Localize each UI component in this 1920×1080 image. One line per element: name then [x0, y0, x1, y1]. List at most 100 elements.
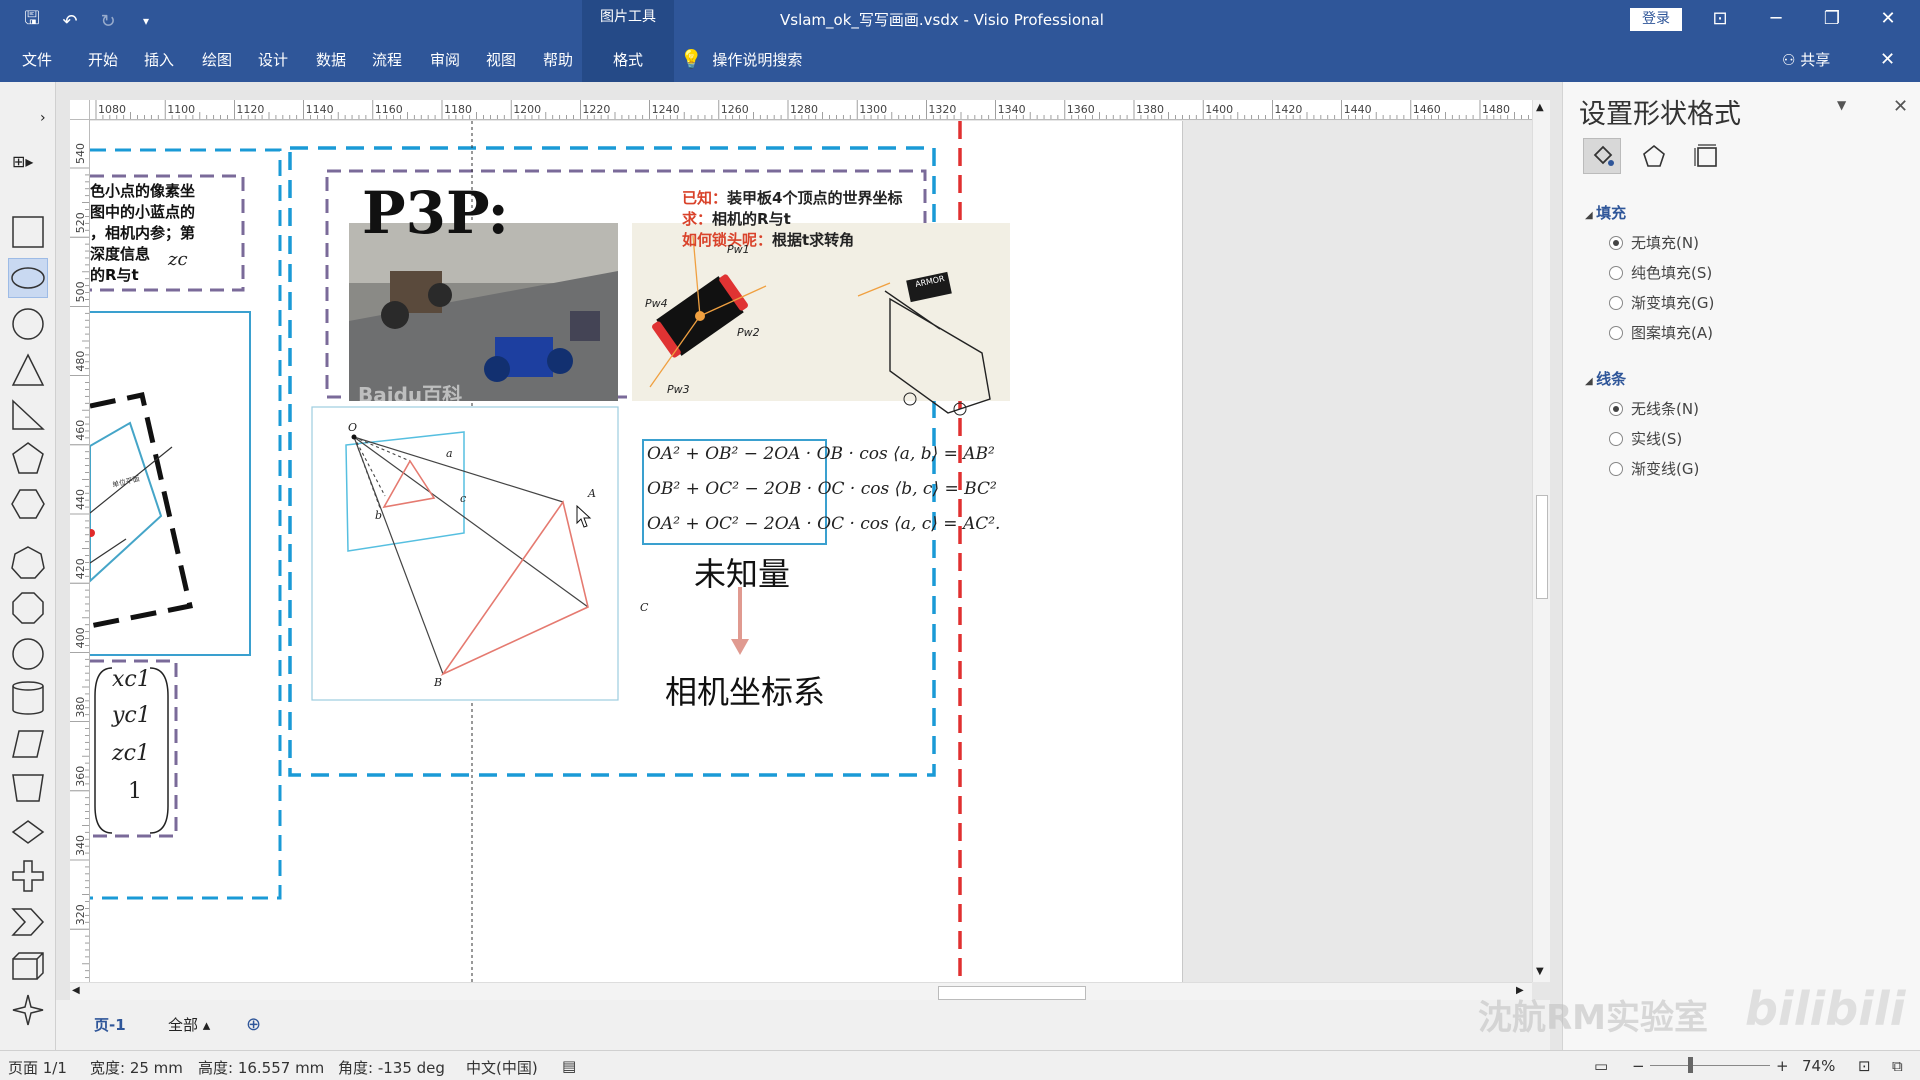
tab-draw[interactable]: 绘图: [194, 38, 240, 82]
scroll-up-icon[interactable]: ▲: [1536, 102, 1544, 113]
diagram-label-c: c: [460, 492, 467, 505]
hexagon-shape-icon[interactable]: [8, 484, 48, 524]
tab-format[interactable]: 格式: [582, 38, 674, 82]
tab-file[interactable]: 文件: [16, 38, 58, 82]
fill-line-icon[interactable]: [1583, 138, 1621, 174]
rectangle-shape-icon[interactable]: [8, 212, 48, 252]
tab-help[interactable]: 帮助: [535, 38, 581, 82]
no-line-option[interactable]: 无线条(N): [1609, 398, 1699, 419]
vertical-scrollbar[interactable]: ▲ ▼: [1532, 100, 1550, 982]
solid-fill-option[interactable]: 纯色填充(S): [1609, 262, 1712, 283]
tab-home[interactable]: 开始: [80, 38, 126, 82]
tab-process[interactable]: 流程: [364, 38, 410, 82]
decagon-shape-icon[interactable]: [8, 634, 48, 674]
octagon-shape-icon[interactable]: [8, 588, 48, 628]
macro-record-icon[interactable]: ▤: [562, 1057, 576, 1075]
circle-shape-icon[interactable]: [8, 304, 48, 344]
star-shape-icon[interactable]: [8, 990, 48, 1030]
tab-view[interactable]: 视图: [478, 38, 524, 82]
diagram-label-O: O: [348, 421, 358, 434]
triangle-shape-icon[interactable]: [8, 350, 48, 390]
option-label: 渐变线(G): [1631, 460, 1700, 478]
horizontal-ruler-ticks: 1080 1100 1120 1140 1160 1180 1200 1220 1240 1260…: [95, 100, 1529, 119]
pane-options-icon[interactable]: ▼: [1837, 98, 1846, 112]
matrix-entry: zc1: [112, 741, 150, 766]
ruler-label: 380: [74, 697, 87, 718]
minimize-button[interactable]: ─: [1756, 4, 1796, 34]
solid-line-option[interactable]: 实线(S): [1609, 428, 1682, 449]
tab-review[interactable]: 审阅: [422, 38, 468, 82]
scroll-left-icon[interactable]: ◀: [72, 985, 80, 996]
pane-close-icon[interactable]: ✕: [1893, 96, 1908, 117]
photo-watermark: Baidu百科: [358, 383, 463, 407]
tab-design[interactable]: 设计: [250, 38, 296, 82]
zoom-slider-track[interactable]: [1650, 1065, 1770, 1066]
size-properties-icon[interactable]: [1687, 138, 1725, 174]
zoom-out-button[interactable]: −: [1632, 1057, 1645, 1075]
ruler-label: 1420: [1274, 103, 1302, 116]
known-text: 装甲板4个顶点的世界坐标: [727, 189, 903, 207]
matrix-entry: yc1: [112, 703, 151, 728]
pentagon-shape-icon[interactable]: [8, 438, 48, 478]
fit-page-icon[interactable]: ⊡: [1858, 1057, 1871, 1075]
switch-windows-icon[interactable]: ⧉: [1892, 1057, 1903, 1075]
no-fill-option[interactable]: 无填充(N): [1609, 232, 1699, 253]
tab-insert[interactable]: 插入: [136, 38, 182, 82]
known-label: 已知：: [682, 189, 728, 207]
ruler-label: 1260: [721, 103, 749, 116]
ruler-label: 1160: [375, 103, 403, 116]
status-bar: 页面 1/1 宽度: 25 mm 高度: 16.557 mm 角度: -135 …: [0, 1050, 1920, 1080]
redo-icon[interactable]: ↻: [96, 11, 120, 32]
cube-shape-icon[interactable]: [8, 946, 48, 986]
save-icon[interactable]: 🖫: [20, 6, 44, 36]
horizontal-scrollbar[interactable]: ◀ ▶: [70, 982, 1532, 1000]
language-status[interactable]: 中文(中国): [466, 1057, 538, 1078]
zoom-level[interactable]: 74%: [1802, 1057, 1835, 1075]
login-button[interactable]: 登录: [1630, 8, 1682, 31]
fill-section-header[interactable]: ◢ 填充: [1585, 202, 1626, 223]
ellipse-shape-icon[interactable]: [8, 258, 48, 298]
zoom-slider-thumb[interactable]: [1688, 1057, 1693, 1073]
diagram-label-B: B: [434, 676, 443, 689]
ruler-corner: [70, 100, 90, 120]
zoom-in-button[interactable]: +: [1776, 1057, 1789, 1075]
line-section-header[interactable]: ◢ 线条: [1585, 368, 1626, 389]
all-pages-dropdown[interactable]: 全部 ▴: [168, 1010, 210, 1040]
heptagon-shape-icon[interactable]: [8, 542, 48, 582]
tell-me-search[interactable]: 💡 操作说明搜索: [680, 38, 802, 82]
scroll-down-icon[interactable]: ▼: [1536, 966, 1544, 977]
add-page-icon[interactable]: ⊕: [246, 1010, 261, 1040]
gradient-fill-option[interactable]: 渐变填充(G): [1609, 292, 1714, 313]
customize-qat-icon[interactable]: ▾: [134, 14, 158, 28]
horizontal-ruler[interactable]: 1080 1100 1120 1140 1160 1180 1200 1220 1240 1260…: [90, 100, 1532, 120]
gradient-line-option[interactable]: 渐变线(G): [1609, 458, 1699, 479]
vertical-scroll-thumb[interactable]: [1536, 495, 1548, 599]
pattern-fill-option[interactable]: 图案填充(A): [1609, 322, 1713, 343]
expand-shapes-icon[interactable]: ›: [40, 110, 46, 126]
vertical-ruler[interactable]: 540 520 500 480 460 440 420 400 380 360 340 320: [70, 120, 90, 982]
collapse-triangle-icon: ◢: [1585, 210, 1597, 221]
cross-shape-icon[interactable]: [8, 856, 48, 896]
trapezoid-shape-icon[interactable]: [8, 768, 48, 808]
shape-tools-icon[interactable]: ⊞▸: [12, 152, 33, 171]
undo-icon[interactable]: ↶: [58, 11, 82, 32]
ribbon-display-options-icon[interactable]: ⊡: [1700, 4, 1740, 34]
share-button[interactable]: ⚇ 共享: [1782, 38, 1830, 82]
horizontal-scroll-thumb[interactable]: [938, 986, 1086, 1000]
restore-button[interactable]: ❐: [1812, 4, 1852, 34]
page-number-status[interactable]: 页面 1/1: [8, 1057, 67, 1078]
drawing-canvas[interactable]: 色小点的像素坐 图中的小蓝点的 ，相机内参；第 深度信息 的R与t zc xc1…: [90, 121, 1532, 982]
presentation-mode-icon[interactable]: ▭: [1594, 1057, 1608, 1075]
parallelogram-shape-icon[interactable]: [8, 724, 48, 764]
close-button[interactable]: ✕: [1868, 4, 1908, 34]
effects-icon[interactable]: [1635, 138, 1673, 174]
height-status: 高度: 16.557 mm: [198, 1059, 325, 1077]
chevron-shape-icon[interactable]: [8, 902, 48, 942]
collapse-ribbon-icon[interactable]: ✕: [1880, 38, 1895, 82]
diamond-shape-icon[interactable]: [8, 812, 48, 852]
tab-data[interactable]: 数据: [308, 38, 354, 82]
page-tab-1[interactable]: 页-1: [94, 1010, 126, 1040]
right-triangle-shape-icon[interactable]: [8, 394, 48, 434]
title-bar: 🖫 ↶ ↻ ▾ 图片工具 Vslam_ok_写写画画.vsdx - Visio …: [0, 0, 1920, 38]
cylinder-shape-icon[interactable]: [8, 678, 48, 718]
